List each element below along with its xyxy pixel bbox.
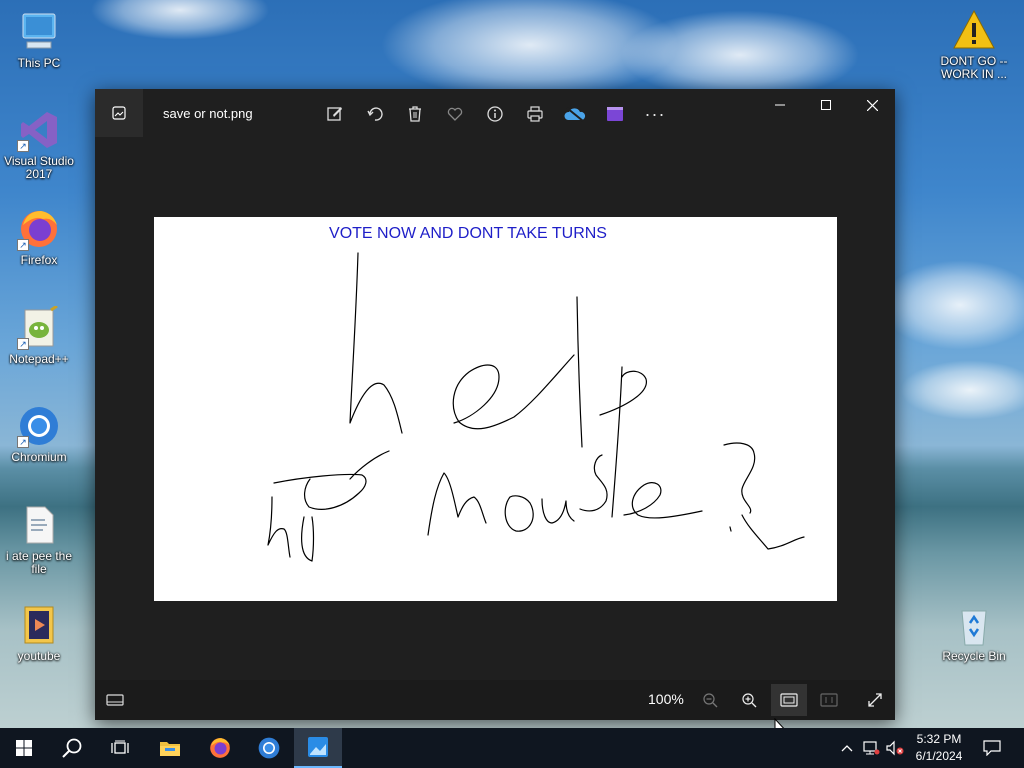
volume-muted-icon xyxy=(886,740,904,756)
clock-time: 5:32 PM xyxy=(916,732,962,746)
windows-logo-icon xyxy=(16,740,32,756)
desktop-icon-label: Chromium xyxy=(11,450,67,464)
desktop-icon-label: Visual Studio 2017 xyxy=(4,154,74,181)
info-icon[interactable] xyxy=(482,101,508,127)
network-icon xyxy=(863,741,880,755)
zoom-in-icon[interactable] xyxy=(731,684,767,716)
recycle-bin-icon xyxy=(952,603,996,647)
desktop-icon-recycle-bin[interactable]: Recycle Bin xyxy=(936,603,1012,663)
desktop-icon-label: Firefox xyxy=(20,253,58,267)
handwriting-drawing xyxy=(267,252,805,562)
desktop-icon-label: Recycle Bin xyxy=(942,649,1006,663)
shortcut-arrow-icon: ↗ xyxy=(17,436,29,448)
taskbar-photos[interactable] xyxy=(294,728,342,768)
shortcut-arrow-icon: ↗ xyxy=(17,338,29,350)
chromium-icon: ↗ xyxy=(17,404,61,448)
title-bar: save or not.png ··· xyxy=(95,89,895,137)
chromium-icon xyxy=(258,737,280,759)
desktop-icon-file[interactable]: i ate pee the file xyxy=(1,503,77,576)
more-icon[interactable]: ··· xyxy=(642,101,668,127)
minimize-button[interactable] xyxy=(757,89,803,121)
desktop-icon-warning[interactable]: DONT GO -- WORK IN ... xyxy=(936,8,1012,81)
action-center-button[interactable] xyxy=(976,728,1008,768)
zoom-level: 100% xyxy=(648,691,684,707)
taskbar: 5:32 PM 6/1/2024 xyxy=(0,728,1024,768)
photos-app-icon xyxy=(308,737,328,757)
desktop-icon-label: DONT GO -- WORK IN ... xyxy=(940,54,1008,81)
notification-icon xyxy=(983,740,1001,756)
folder-icon xyxy=(160,742,180,756)
close-button[interactable] xyxy=(849,89,895,121)
warning-icon xyxy=(952,8,996,52)
chevron-up-icon xyxy=(841,745,853,752)
desktop-icon-youtube[interactable]: youtube xyxy=(1,603,77,663)
desktop-icon-label: Notepad++ xyxy=(9,352,69,366)
task-view-button[interactable] xyxy=(96,728,144,768)
actual-size-icon[interactable] xyxy=(811,684,847,716)
desktop-icon-label: i ate pee the file xyxy=(5,549,73,576)
print-icon[interactable] xyxy=(522,101,548,127)
photos-window: save or not.png ··· VOTE NOW AND DONT TA… xyxy=(95,89,895,720)
video-editor-icon[interactable] xyxy=(602,101,628,127)
desktop-icon-visual-studio[interactable]: ↗ Visual Studio 2017 xyxy=(1,108,77,181)
file-name: save or not.png xyxy=(163,106,253,121)
delete-icon[interactable] xyxy=(402,101,428,127)
maximize-button[interactable] xyxy=(803,89,849,121)
search-icon xyxy=(62,738,82,758)
media-file-icon xyxy=(17,603,61,647)
search-button[interactable] xyxy=(48,728,96,768)
zoom-out-icon[interactable] xyxy=(692,684,728,716)
edit-create-icon[interactable] xyxy=(322,101,348,127)
clock-date: 6/1/2024 xyxy=(915,749,963,763)
firefox-icon xyxy=(210,738,230,758)
start-button[interactable] xyxy=(0,728,48,768)
photos-app-icon[interactable] xyxy=(95,89,143,137)
system-clock[interactable]: 5:32 PM 6/1/2024 xyxy=(908,731,970,765)
volume-button[interactable] xyxy=(884,728,906,768)
visual-studio-icon: ↗ xyxy=(17,108,61,152)
fit-to-window-icon[interactable] xyxy=(771,684,807,716)
shortcut-arrow-icon: ↗ xyxy=(17,140,29,152)
rotate-icon[interactable] xyxy=(362,101,388,127)
full-screen-icon[interactable] xyxy=(857,684,893,716)
taskbar-chromium[interactable] xyxy=(245,728,293,768)
desktop-icon-label: youtube xyxy=(17,649,61,663)
taskbar-firefox[interactable] xyxy=(196,728,244,768)
desktop-icon-firefox[interactable]: ↗ Firefox xyxy=(1,207,77,267)
onedrive-icon[interactable] xyxy=(562,101,588,127)
bottom-toolbar: 100% xyxy=(95,680,895,720)
this-pc-icon xyxy=(17,10,61,54)
notepadpp-icon: ↗ xyxy=(17,304,61,350)
desktop-icon-label: This PC xyxy=(17,56,61,70)
image-canvas[interactable]: VOTE NOW AND DONT TAKE TURNS xyxy=(154,217,837,601)
taskbar-file-explorer[interactable] xyxy=(146,728,194,768)
desktop-icon-this-pc[interactable]: This PC xyxy=(1,10,77,70)
desktop-icon-notepadpp[interactable]: ↗ Notepad++ xyxy=(1,304,77,366)
filmstrip-icon[interactable] xyxy=(97,684,133,716)
firefox-icon: ↗ xyxy=(17,207,61,251)
document-file-icon xyxy=(17,503,61,547)
shortcut-arrow-icon: ↗ xyxy=(17,239,29,251)
favorite-icon[interactable] xyxy=(442,101,468,127)
network-status-button[interactable] xyxy=(861,728,881,768)
desktop-icon-chromium[interactable]: ↗ Chromium xyxy=(1,404,77,464)
task-view-icon xyxy=(111,740,129,754)
show-hidden-icons-button[interactable] xyxy=(838,728,856,768)
